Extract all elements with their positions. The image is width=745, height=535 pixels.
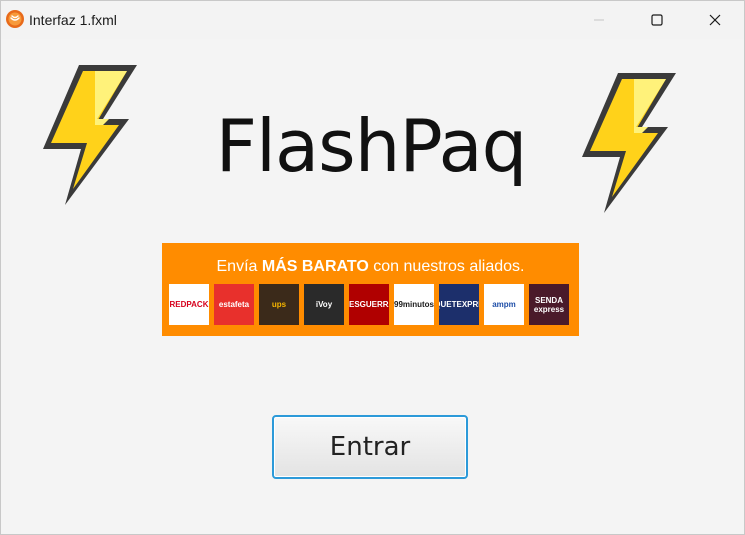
carrier-logos: REDPACK estafeta ups iVoy TRESGUERRAS 99… — [169, 284, 573, 326]
window-title: Interfaz 1.fxml — [29, 12, 117, 28]
banner-text-suffix: con nuestros aliados. — [368, 258, 525, 275]
banner-text-bold: MÁS BARATO — [261, 258, 369, 275]
carrier-logo-ampm: ampm — [484, 284, 524, 325]
carrier-logo-ivoy: iVoy — [304, 284, 344, 325]
lightning-bolt-icon — [582, 73, 676, 213]
title-bar[interactable]: Interfaz 1.fxml — [1, 1, 744, 39]
minimize-button[interactable] — [570, 1, 628, 39]
carrier-logo-estafeta: estafeta — [214, 284, 254, 325]
lightning-bolt-icon — [43, 65, 137, 205]
partners-banner: Envía MÁS BARATO con nuestros aliados. R… — [162, 243, 579, 336]
close-icon — [709, 14, 721, 26]
close-button[interactable] — [686, 1, 744, 39]
carrier-logo-senda: SENDA express — [529, 284, 569, 325]
banner-text: Envía MÁS BARATO con nuestros aliados. — [162, 257, 579, 277]
carrier-logo-redpack: REDPACK — [169, 284, 209, 325]
maximize-button[interactable] — [628, 1, 686, 39]
enter-button[interactable]: Entrar — [272, 415, 468, 479]
app-window: Interfaz 1.fxml FlashPaq Envía MÁS BARAT… — [0, 0, 745, 535]
carrier-logo-tresguerras: TRESGUERRAS — [349, 284, 389, 325]
brand-title: FlashPaq — [215, 104, 528, 188]
banner-text-prefix: Envía — [216, 258, 262, 275]
minimize-icon — [594, 19, 604, 21]
carrier-logo-99minutos: 99minutos — [394, 284, 434, 325]
carrier-logo-paquetexpress: PAQUETEXPRESS — [439, 284, 479, 325]
java-app-icon — [6, 10, 24, 28]
carrier-logo-ups: ups — [259, 284, 299, 325]
maximize-icon — [651, 14, 663, 26]
